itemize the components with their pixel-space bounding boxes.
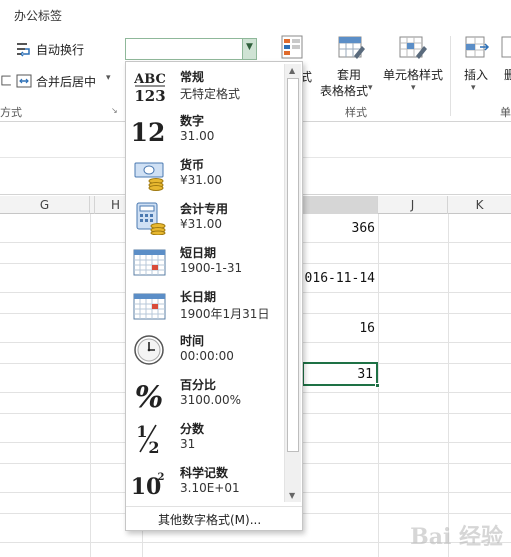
- menu-item-name: 时间: [180, 334, 205, 348]
- dropdown-scrollbar[interactable]: ▲ ▼: [284, 64, 301, 502]
- scroll-up-arrow-icon[interactable]: ▲: [289, 66, 295, 75]
- number-format-dropdown: ABC 123 常规 无特定格式 12 数字 31.00 货币 ¥31.00 会…: [125, 61, 303, 531]
- column-header-k[interactable]: K: [448, 196, 511, 214]
- active-cell-value: 31: [357, 367, 373, 382]
- format-as-table-icon[interactable]: [336, 34, 366, 62]
- menu-item-sample: ¥31.00: [180, 173, 222, 187]
- fill-handle[interactable]: [375, 383, 380, 388]
- menu-item-name: 科学记数: [180, 466, 229, 480]
- menu-item-name: 常规: [180, 70, 205, 84]
- menu-item-sample: 3.10E+01: [180, 481, 240, 495]
- ribbon-tab-bar: 办公标签: [0, 0, 511, 30]
- cell-styles-label: 单元格样式: [383, 68, 444, 82]
- partial-left-icon: 匚: [0, 74, 13, 88]
- column-header-j[interactable]: J: [378, 196, 448, 214]
- clock-icon: [134, 335, 164, 365]
- menu-item-time[interactable]: 时间 00:00:00: [126, 328, 286, 372]
- menu-item-number[interactable]: 12 数字 31.00: [126, 108, 286, 152]
- cell-i-value[interactable]: 366: [300, 221, 375, 236]
- fraction-half-icon: 1 2: [136, 422, 159, 455]
- menu-item-accounting[interactable]: 会计专用 ¥31.00: [126, 196, 286, 240]
- wrap-text-icon: [17, 43, 30, 57]
- baidu-jingyan-watermark-logo: Bai 经验: [410, 524, 503, 550]
- cell-styles-icon[interactable]: [397, 34, 429, 62]
- insert-cells-icon[interactable]: [462, 34, 490, 62]
- cell-styles-dropdown-icon[interactable]: ▾: [411, 83, 416, 93]
- format-as-table-label-1: 套用: [337, 68, 362, 82]
- accounting-icon: [136, 202, 166, 235]
- menu-item-currency[interactable]: 货币 ¥31.00: [126, 152, 286, 196]
- menu-item-short-date[interactable]: 短日期 1900-1-31: [126, 240, 286, 284]
- menu-item-name: 短日期: [180, 246, 217, 260]
- merge-center-label: 合并后居中: [36, 75, 97, 89]
- more-number-formats-label: 其他数字格式(M)...: [158, 513, 262, 527]
- number-format-dropdown-button[interactable]: ▼: [242, 39, 256, 59]
- scientific-10-squared-icon: 10 2: [132, 472, 165, 499]
- cell-i-value[interactable]: 16: [300, 321, 375, 336]
- menu-item-sample: 3100.00%: [180, 393, 242, 407]
- format-as-table-label-2: 表格格式: [320, 84, 369, 98]
- grid-vline: [90, 214, 91, 557]
- cells-group-label: 单: [500, 106, 511, 119]
- number-12-icon: 12: [132, 118, 165, 147]
- svg-text:%: %: [135, 380, 164, 411]
- menu-item-long-date[interactable]: 长日期 1900年1月31日: [126, 284, 286, 328]
- currency-icon: [134, 162, 164, 191]
- menu-item-general[interactable]: ABC 123 常规 无特定格式: [126, 64, 286, 108]
- svg-text:123: 123: [134, 87, 165, 103]
- insert-label: 插入: [464, 68, 489, 82]
- svg-text:ABC: ABC: [133, 72, 166, 87]
- grid-vline: [448, 214, 449, 557]
- svg-text:2: 2: [158, 472, 165, 483]
- long-date-calendar-icon: [133, 293, 166, 320]
- menu-item-name: 货币: [180, 158, 205, 172]
- merge-dropdown-arrow-icon[interactable]: ▾: [106, 73, 111, 83]
- menu-item-sample: 00:00:00: [180, 349, 234, 363]
- menu-item-sample: 无特定格式: [180, 87, 241, 101]
- menu-item-percent[interactable]: % 百分比 3100.00%: [126, 372, 286, 416]
- column-header-g[interactable]: G: [0, 196, 90, 214]
- wrap-text-label: 自动换行: [36, 43, 85, 57]
- menu-item-fraction[interactable]: 1 2 分数 31: [126, 416, 286, 460]
- menu-item-scientific[interactable]: 10 2 科学记数 3.10E+01: [126, 460, 286, 504]
- group-divider: [450, 36, 451, 116]
- dialog-launcher-icon[interactable]: ↘: [111, 106, 118, 115]
- svg-text:12: 12: [132, 118, 165, 147]
- active-cell-selection[interactable]: 31: [302, 362, 380, 388]
- menu-item-name: 百分比: [180, 378, 217, 392]
- merge-center-button[interactable]: 合并后居中 ▾: [16, 72, 116, 90]
- merge-center-icon: [16, 74, 32, 88]
- insert-dropdown-icon[interactable]: ▾: [471, 83, 476, 93]
- general-abc123-icon: ABC 123: [133, 72, 166, 103]
- svg-text:2: 2: [148, 438, 159, 455]
- format-as-table-dropdown-icon[interactable]: ▾: [368, 83, 373, 93]
- alignment-group-label: 方式: [0, 106, 22, 119]
- svg-text:1: 1: [136, 422, 147, 441]
- scroll-down-arrow-icon[interactable]: ▼: [289, 491, 295, 500]
- menu-item-name: 长日期: [180, 290, 217, 304]
- menu-item-name: 数字: [180, 114, 205, 128]
- menu-item-sample: ¥31.00: [180, 217, 222, 231]
- more-number-formats-item[interactable]: 其他数字格式(M)...: [126, 506, 302, 530]
- menu-item-sample: 1900-1-31: [180, 261, 243, 275]
- delete-partial-label: 删: [504, 68, 511, 82]
- tab-office-label[interactable]: 办公标签: [14, 7, 62, 24]
- chevron-down-icon: ▼: [246, 42, 253, 52]
- menu-item-sample: 1900年1月31日: [180, 307, 270, 321]
- menu-item-sample: 31: [180, 437, 196, 451]
- menu-item-name: 分数: [180, 422, 205, 436]
- menu-item-name: 会计专用: [180, 202, 229, 216]
- menu-item-sample: 31.00: [180, 129, 215, 143]
- delete-cells-icon[interactable]: [500, 34, 511, 62]
- wrap-text-button[interactable]: 自动换行: [16, 40, 106, 58]
- conditional-format-icon[interactable]: [280, 34, 308, 62]
- scrollbar-thumb[interactable]: [287, 78, 299, 452]
- styles-group-label: 样式: [345, 106, 367, 119]
- number-format-combobox[interactable]: ▼: [125, 38, 257, 60]
- percent-icon: %: [135, 380, 164, 411]
- short-date-calendar-icon: [133, 249, 166, 276]
